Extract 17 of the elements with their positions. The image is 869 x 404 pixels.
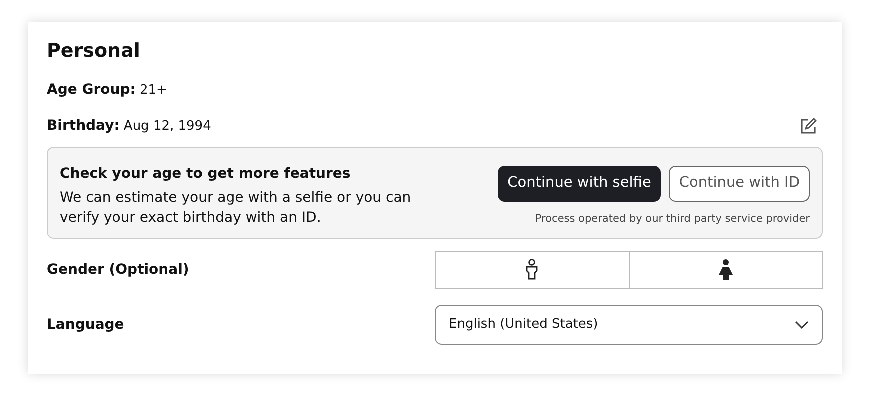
male-figure-icon xyxy=(525,259,540,282)
field-text: Age Group: 21+ xyxy=(47,81,168,100)
gender-option[interactable] xyxy=(435,251,630,290)
panel-text: We can estimate your age with a selfie or you can verify your exact birthday with an ID. xyxy=(60,188,412,228)
gender-label: Gender (Optional) xyxy=(47,260,190,280)
edit-icon[interactable] xyxy=(800,118,817,136)
field-text: Birthday: Aug 12, 1994 xyxy=(47,117,212,136)
language-label: Language xyxy=(47,316,124,335)
section-title: Personal xyxy=(47,40,142,63)
language-select[interactable]: English (United States) xyxy=(435,305,823,346)
gender-option[interactable] xyxy=(630,251,823,290)
female-figure-icon xyxy=(718,259,734,282)
provider-note: Process operated by our third party service provider xyxy=(534,212,810,227)
id-button[interactable]: Continue with ID xyxy=(669,166,810,202)
panel-title: Check your age to get more features xyxy=(60,166,352,183)
selfie-button[interactable]: Continue with selfie xyxy=(498,166,662,202)
chevron-down-icon xyxy=(795,321,809,330)
